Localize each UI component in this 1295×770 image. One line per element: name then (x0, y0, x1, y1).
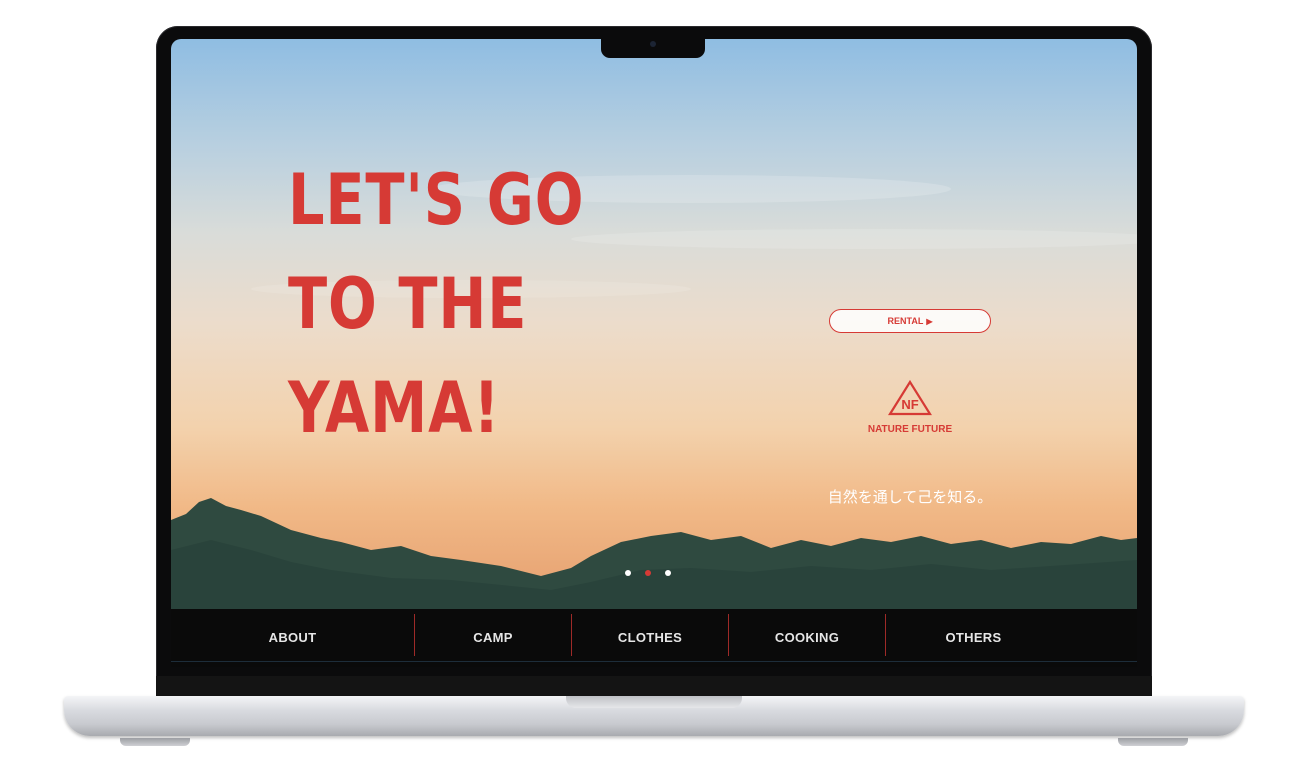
brand-name: NATURE FUTURE (867, 424, 953, 435)
nav-item-about[interactable]: ABOUT (171, 614, 414, 660)
rental-button[interactable]: RENTAL ▶ (829, 309, 991, 333)
hero-headline-line: TO THE (288, 263, 528, 345)
carousel-dots (622, 570, 674, 578)
laptop-foot (120, 738, 190, 746)
hero-headline-line: YAMA! (288, 367, 501, 449)
carousel-dot[interactable] (665, 570, 671, 576)
carousel-dot[interactable] (625, 570, 631, 576)
rental-button-label: RENTAL (887, 316, 924, 326)
mountain-silhouette (171, 498, 1137, 609)
play-triangle-icon: ▶ (926, 316, 933, 326)
hero-headline-line: LET'S GO (288, 159, 585, 241)
laptop-opening-notch (566, 696, 742, 708)
nav-item-clothes[interactable]: CLOTHES (572, 614, 728, 660)
laptop-mockup: LET'S GO TO THE YAMA! RENTAL ▶ NF NATURE… (0, 0, 1295, 770)
nav-item-cooking[interactable]: COOKING (729, 614, 885, 660)
nav-item-camp[interactable]: CAMP (415, 614, 571, 660)
hero-headline: LET'S GO TO THE YAMA! (288, 148, 584, 460)
laptop-foot (1118, 738, 1188, 746)
nav-item-others[interactable]: OTHERS (886, 614, 1061, 660)
nav-item-label: COOKING (774, 629, 840, 645)
main-nav: ABOUT CAMP CLOTHES COOKING OTHERS (171, 609, 1137, 667)
nav-item-label: ABOUT (268, 629, 317, 645)
camera-icon (650, 41, 656, 47)
hero-tagline: 自然を通して己を知る。 (827, 488, 993, 506)
nav-underline (171, 661, 1137, 662)
nav-item-label: CAMP (473, 629, 513, 645)
nav-item-label: CLOTHES (617, 629, 683, 645)
carousel-dot-active[interactable] (645, 570, 651, 576)
nav-item-label: OTHERS (945, 629, 1002, 645)
logo-letters: NF (901, 397, 918, 412)
